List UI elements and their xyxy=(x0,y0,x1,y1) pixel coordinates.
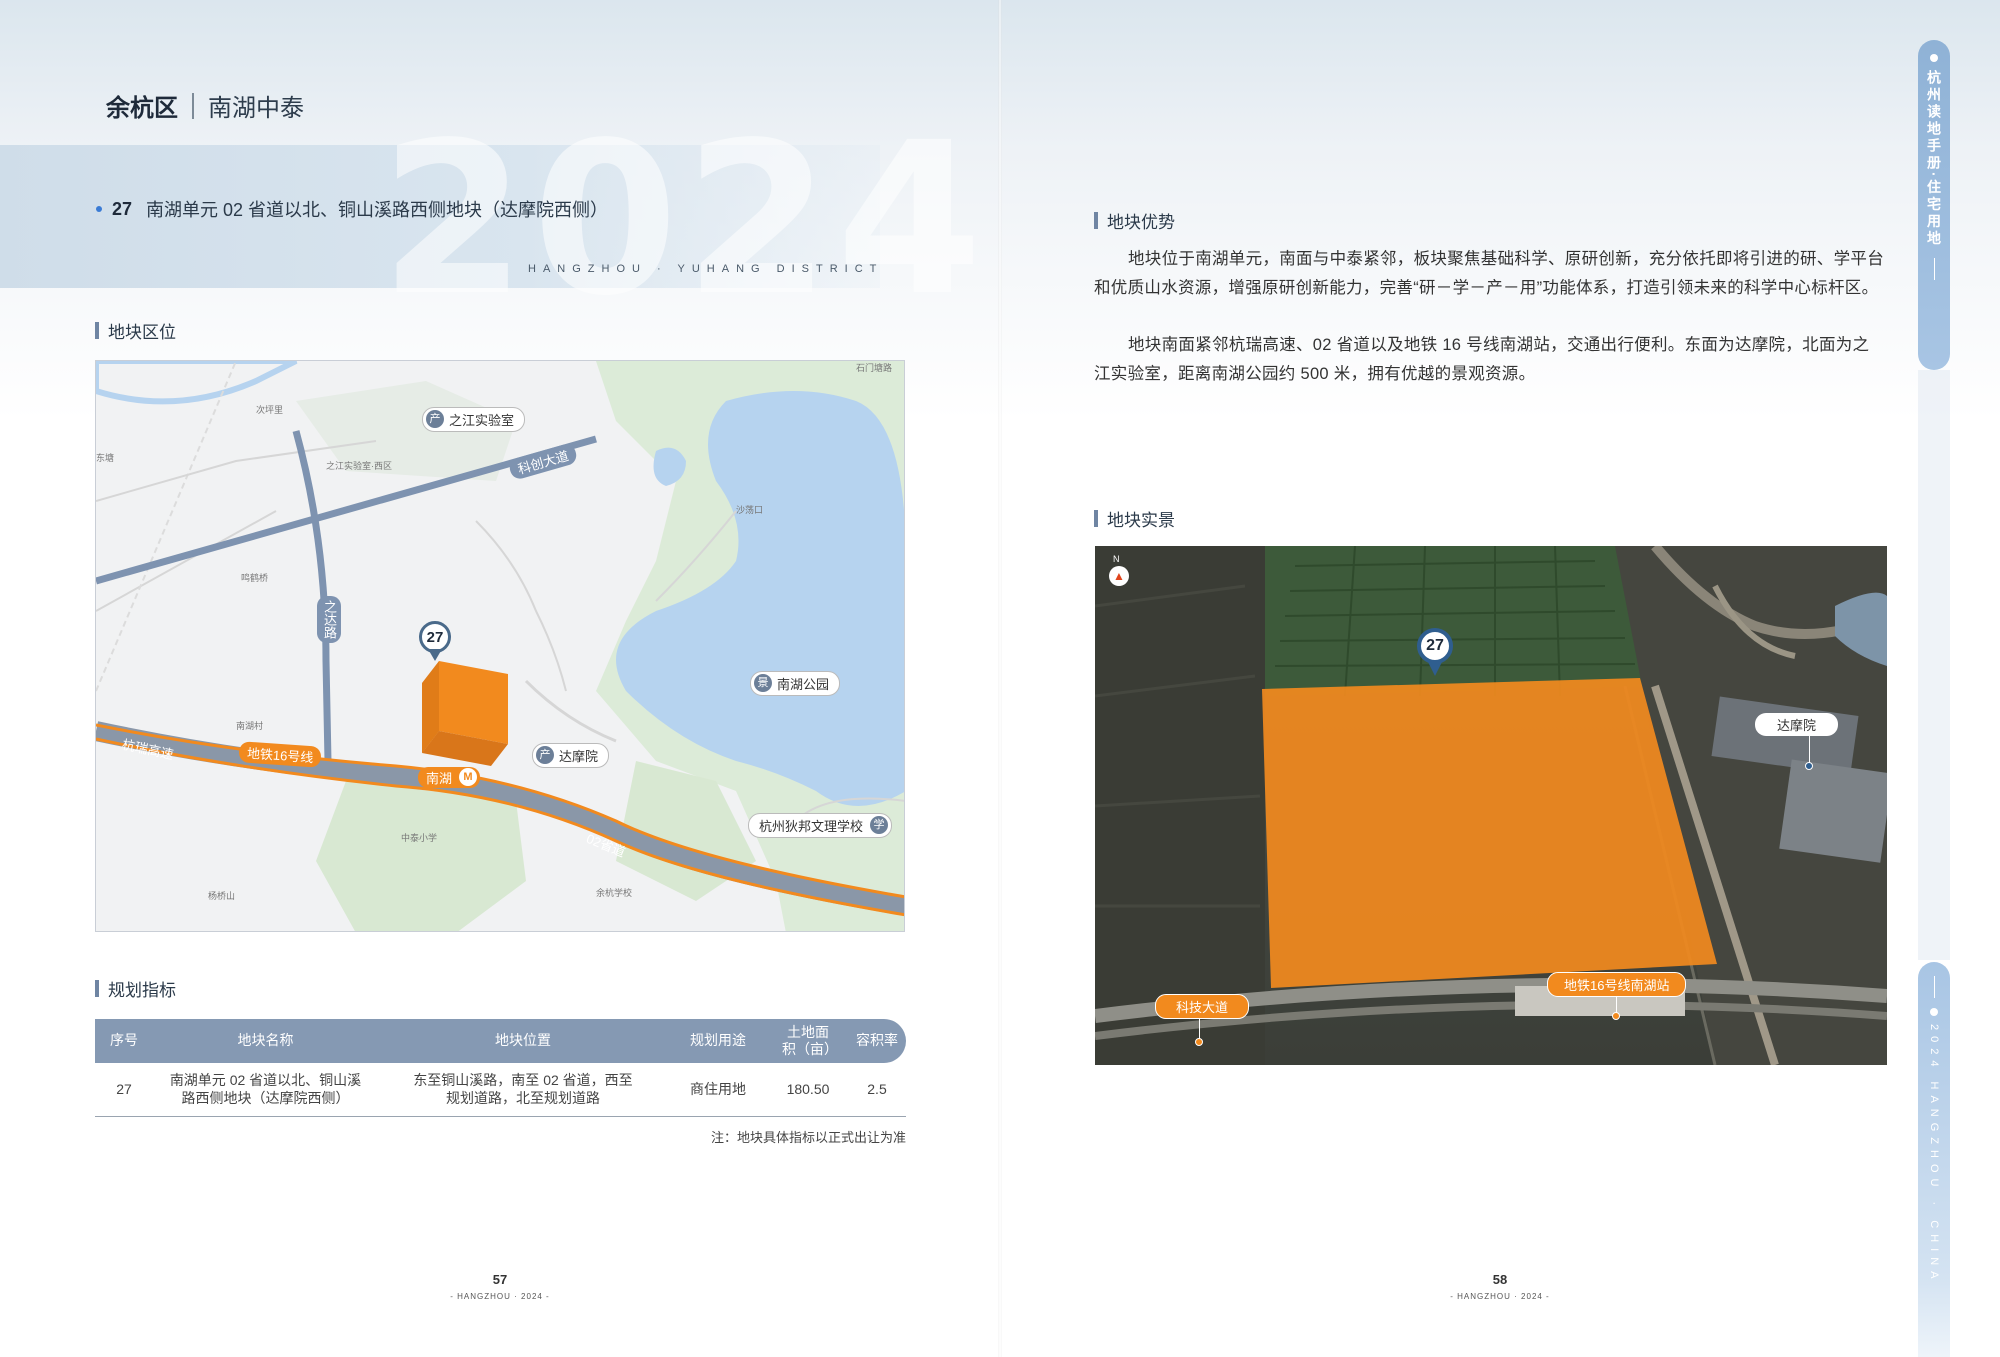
map-canvas xyxy=(96,361,904,931)
label-cipingli: 次坪里 xyxy=(256,405,284,415)
th-area: 土地面积（亩） xyxy=(782,1023,838,1058)
tab-line xyxy=(1933,976,1935,998)
th-index: 序号 xyxy=(110,1032,138,1049)
section-planning: 规划指标 xyxy=(95,976,176,1001)
label-shadang: 沙荡口 xyxy=(736,505,764,515)
page-number-left: 57 xyxy=(492,1272,508,1287)
label-zhijiang-lab: 产之江实验室 xyxy=(422,407,526,432)
page-number-right: 58 xyxy=(1492,1272,1508,1287)
district-header: 余杭区 南湖中泰 xyxy=(106,88,304,123)
aerial-photo: N ▲ 27 达摩院 科技大道 地铁16号线南湖站 xyxy=(1095,546,1887,1065)
cell-index: 27 xyxy=(116,1080,132,1097)
th-usage: 规划用途 xyxy=(690,1032,746,1049)
side-tab-year: 2024 HANGZHOU · CHINA xyxy=(1918,962,1950,1357)
brochure-spread: 2024 HANGZHOU · YUHANG DISTRICT 余杭区 南湖中泰… xyxy=(0,0,2000,1357)
section-bar xyxy=(1094,212,1098,229)
label-nanhu-park: 景南湖公园 xyxy=(750,671,841,696)
label-school: 杭州狄邦文理学校学 xyxy=(748,813,893,838)
cell-area: 180.50 xyxy=(786,1080,830,1097)
photo-pin: 27 xyxy=(1417,628,1453,664)
photo-label-metro-station: 地铁16号线南湖站 xyxy=(1547,972,1687,997)
metro-icon: M xyxy=(459,768,478,786)
side-tab-handbook: 杭州读地手册·住宅用地 xyxy=(1918,40,1950,370)
district-name: 余杭区 xyxy=(106,95,178,122)
leader-dot xyxy=(1805,762,1813,770)
divider xyxy=(192,92,194,119)
section-bar xyxy=(95,322,99,339)
school-icon: 学 xyxy=(870,816,889,834)
page-fold xyxy=(998,0,1002,1357)
scenic-icon: 景 xyxy=(754,674,772,692)
section-location-title: 地块区位 xyxy=(108,323,176,342)
tab-line xyxy=(1933,257,1935,280)
bullet-icon xyxy=(96,206,102,212)
plot-number: 27 xyxy=(112,198,133,219)
label-damo-academy: 产达摩院 xyxy=(532,743,610,768)
section-photo: 地块实景 xyxy=(1094,506,1175,531)
section-advantages: 地块优势 xyxy=(1094,208,1175,233)
pin-tail-icon xyxy=(428,649,442,661)
label-shimen: 石门塘路 xyxy=(856,363,893,373)
label-minghe: 鸣鹤桥 xyxy=(241,573,269,583)
table-row: 27 南湖单元 02 省道以北、铜山溪路西侧地块（达摩院西侧） 东至铜山溪路，南… xyxy=(95,1063,906,1117)
tab-dot-icon xyxy=(1930,54,1938,62)
table-note: 注：地块具体指标以正式出让为准 xyxy=(710,1130,906,1145)
label-west-edge: 东塘 xyxy=(96,453,115,463)
side-tab-year-text: 2024 HANGZHOU · CHINA xyxy=(1928,1024,1940,1285)
cell-usage: 商住用地 xyxy=(690,1080,746,1097)
location-map: 27 产之江实验室 之江实验室·西区 科创大道 之达路 景南湖公园 产达摩院 杭… xyxy=(95,360,905,932)
page-footer-right: - HANGZHOU · 2024 - xyxy=(1450,1292,1550,1301)
sub-district: 南湖中泰 xyxy=(208,95,304,122)
industry-icon: 产 xyxy=(426,410,444,428)
section-planning-title: 规划指标 xyxy=(108,981,176,1000)
industry-icon: 产 xyxy=(536,746,554,764)
leader-dot xyxy=(1612,1012,1620,1020)
side-tab-handbook-text: 杭州读地手册·住宅用地 xyxy=(1926,70,1942,248)
label-zhijiang-small: 之江实验室·西区 xyxy=(326,461,392,471)
cell-location: 东至铜山溪路，南至 02 省道，西至规划道路，北至规划道路 xyxy=(413,1072,633,1106)
aerial-canvas xyxy=(1095,546,1887,1065)
plot-title-text: 南湖单元 02 省道以北、铜山溪路西侧地块（达摩院西侧） xyxy=(146,200,609,220)
th-far: 容积率 xyxy=(856,1032,898,1049)
label-nanhu-station: 南湖 M xyxy=(418,767,481,788)
tab-dot-icon xyxy=(1930,1008,1938,1016)
leader-dot xyxy=(1195,1038,1203,1046)
page-footer-left: - HANGZHOU · 2024 - xyxy=(450,1292,550,1301)
th-name: 地块名称 xyxy=(237,1032,294,1049)
advantage-paragraph-1: 地块位于南湖单元，南面与中泰紧邻，板块聚焦基础科学、原研创新，充分依托即将引进的… xyxy=(1094,250,1884,297)
section-location: 地块区位 xyxy=(95,318,176,343)
table-header: 序号 地块名称 地块位置 规划用途 土地面积（亩） 容积率 xyxy=(95,1019,906,1063)
cell-name: 南湖单元 02 省道以北、铜山溪路西侧地块（达摩院西侧） xyxy=(169,1072,362,1106)
label-yangqiaoshan: 杨桥山 xyxy=(208,891,236,901)
th-location: 地块位置 xyxy=(495,1032,551,1049)
compass-icon: ▲ xyxy=(1109,566,1129,586)
label-yuhang-school: 余杭学校 xyxy=(596,888,633,898)
plot-title: 27 南湖单元 02 省道以北、铜山溪路西侧地块（达摩院西侧） xyxy=(96,196,608,222)
section-advantages-title: 地块优势 xyxy=(1107,213,1175,232)
label-zhida-road: 之达路 xyxy=(317,596,341,643)
side-strip xyxy=(1918,370,1950,960)
section-bar xyxy=(1094,510,1098,527)
section-photo-title: 地块实景 xyxy=(1107,511,1175,530)
label-zhongtai-primary: 中泰小学 xyxy=(401,833,438,843)
leader-line xyxy=(1199,1018,1200,1040)
north-label: N xyxy=(1113,554,1120,564)
section-bar xyxy=(95,980,99,997)
advantage-paragraph-2: 地块南面紧邻杭瑞高速、02 省道以及地铁 16 号线南湖站，交通出行便利。东面为… xyxy=(1094,336,1870,383)
leader-line xyxy=(1809,736,1810,764)
label-nanhucun: 南湖村 xyxy=(236,721,264,731)
photo-label-damo: 达摩院 xyxy=(1755,713,1839,736)
pin-tail-icon xyxy=(1427,660,1443,676)
photo-label-keji-road: 科技大道 xyxy=(1155,994,1250,1019)
cell-far: 2.5 xyxy=(867,1080,887,1097)
district-english: HANGZHOU · YUHANG DISTRICT xyxy=(528,263,884,275)
